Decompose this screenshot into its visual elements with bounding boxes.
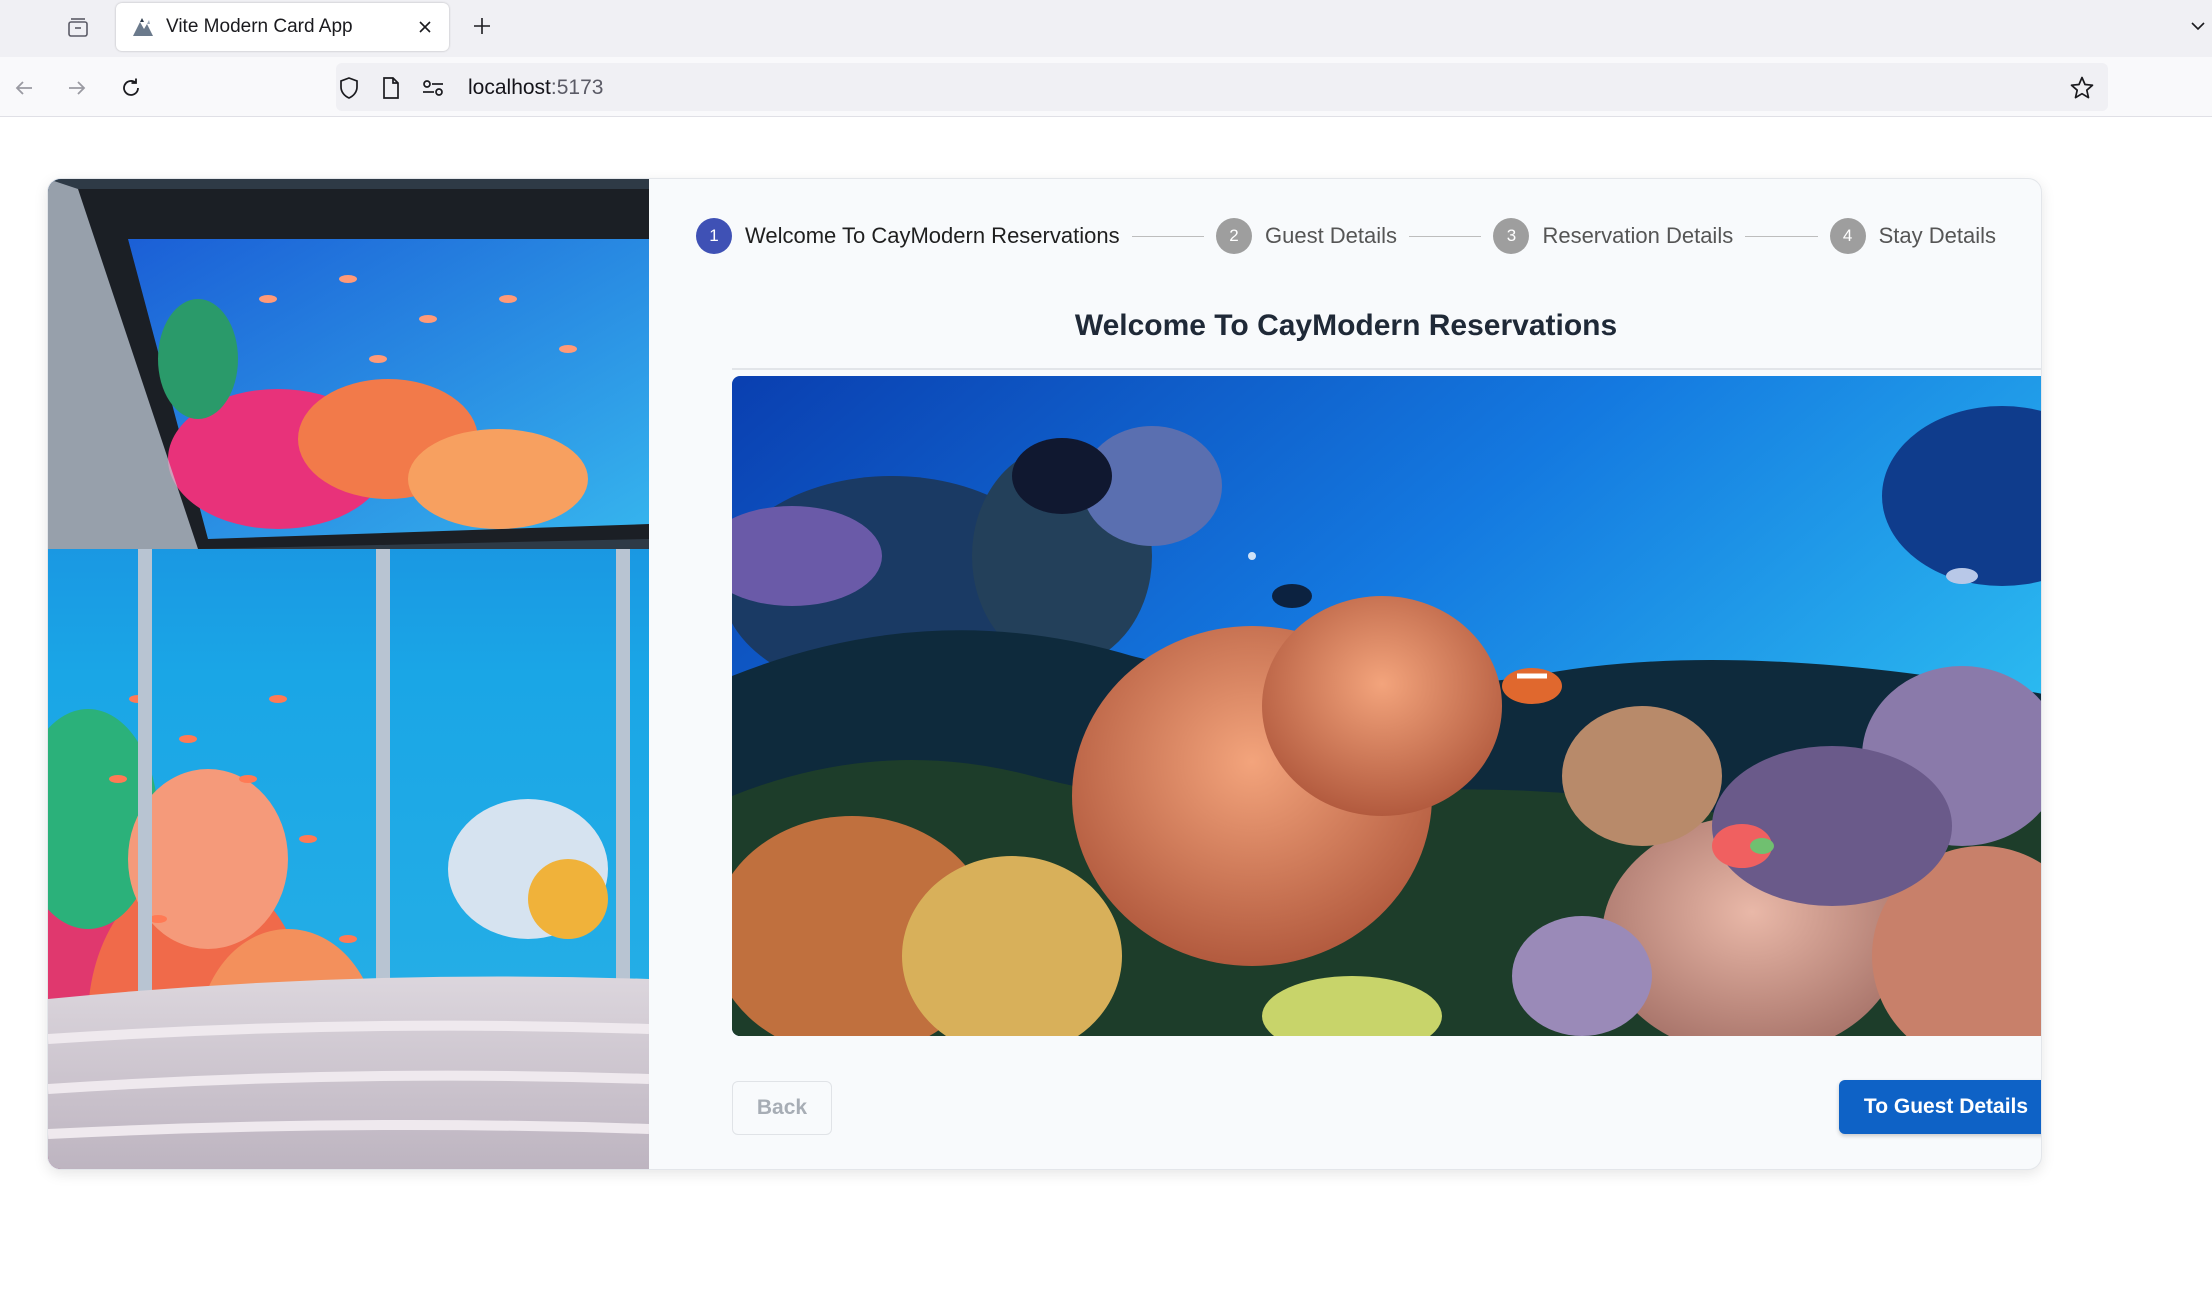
plus-icon xyxy=(474,18,490,34)
browser-tab[interactable]: Vite Modern Card App xyxy=(116,3,449,51)
step-number: 1 xyxy=(696,218,732,254)
url-host: localhost xyxy=(468,76,551,99)
title-divider xyxy=(732,368,2041,370)
step-label: Reservation Details xyxy=(1542,223,1734,248)
step-number: 3 xyxy=(1493,218,1530,254)
page-icon xyxy=(378,75,404,101)
new-tab-button[interactable] xyxy=(464,8,500,44)
permissions-icon[interactable] xyxy=(420,75,446,101)
url-text[interactable]: localhost:5173 xyxy=(468,76,603,100)
step-label: Stay Details xyxy=(1878,223,1996,248)
step-number: 4 xyxy=(1829,218,1866,254)
stepper: 1 Welcome To CayModern Reservations 2 Gu… xyxy=(696,216,1996,256)
step-connector xyxy=(1131,235,1204,237)
step-welcome[interactable]: 1 Welcome To CayModern Reservations xyxy=(696,218,1120,254)
reservation-card: 1 Welcome To CayModern Reservations 2 Gu… xyxy=(47,178,2042,1170)
vite-favicon-icon xyxy=(130,14,156,40)
browser-tab-bar: Vite Modern Card App xyxy=(0,0,2212,57)
step-stay-details[interactable]: 4 Stay Details xyxy=(1829,218,1996,254)
tab-title: Vite Modern Card App xyxy=(166,16,353,37)
url-port: :5173 xyxy=(550,76,604,99)
step-connector xyxy=(1409,235,1482,237)
step-number: 2 xyxy=(1215,218,1252,254)
chevron-down-icon[interactable] xyxy=(2184,8,2212,44)
tab-manager-icon[interactable] xyxy=(60,10,96,46)
step-connector xyxy=(1745,235,1818,237)
to-guest-details-button[interactable]: To Guest Details xyxy=(1839,1080,2041,1134)
underwater-hotel-room-image xyxy=(48,179,649,1169)
shield-icon[interactable] xyxy=(336,75,362,101)
coral-reef-image xyxy=(732,376,2041,1036)
arrow-right-icon xyxy=(69,81,86,95)
reservation-main-panel: 1 Welcome To CayModern Reservations 2 Gu… xyxy=(649,179,2041,1169)
browser-nav-bar: localhost:5173 xyxy=(0,57,2212,117)
reload-button[interactable] xyxy=(111,68,151,108)
forward-nav-button[interactable] xyxy=(57,68,97,108)
page-title: Welcome To CayModern Reservations xyxy=(1074,309,1618,342)
arrow-left-icon xyxy=(15,81,32,95)
url-bar[interactable]: localhost:5173 xyxy=(336,63,2108,111)
reload-icon xyxy=(123,78,139,96)
step-reservation-details[interactable]: 3 Reservation Details xyxy=(1493,218,1733,254)
back-button[interactable]: Back xyxy=(732,1081,832,1135)
star-icon[interactable] xyxy=(2068,74,2096,102)
step-label: Welcome To CayModern Reservations xyxy=(745,223,1120,248)
back-nav-button[interactable] xyxy=(4,68,44,108)
step-guest-details[interactable]: 2 Guest Details xyxy=(1215,218,1398,254)
close-icon[interactable] xyxy=(409,11,441,43)
step-label: Guest Details xyxy=(1264,223,1398,248)
